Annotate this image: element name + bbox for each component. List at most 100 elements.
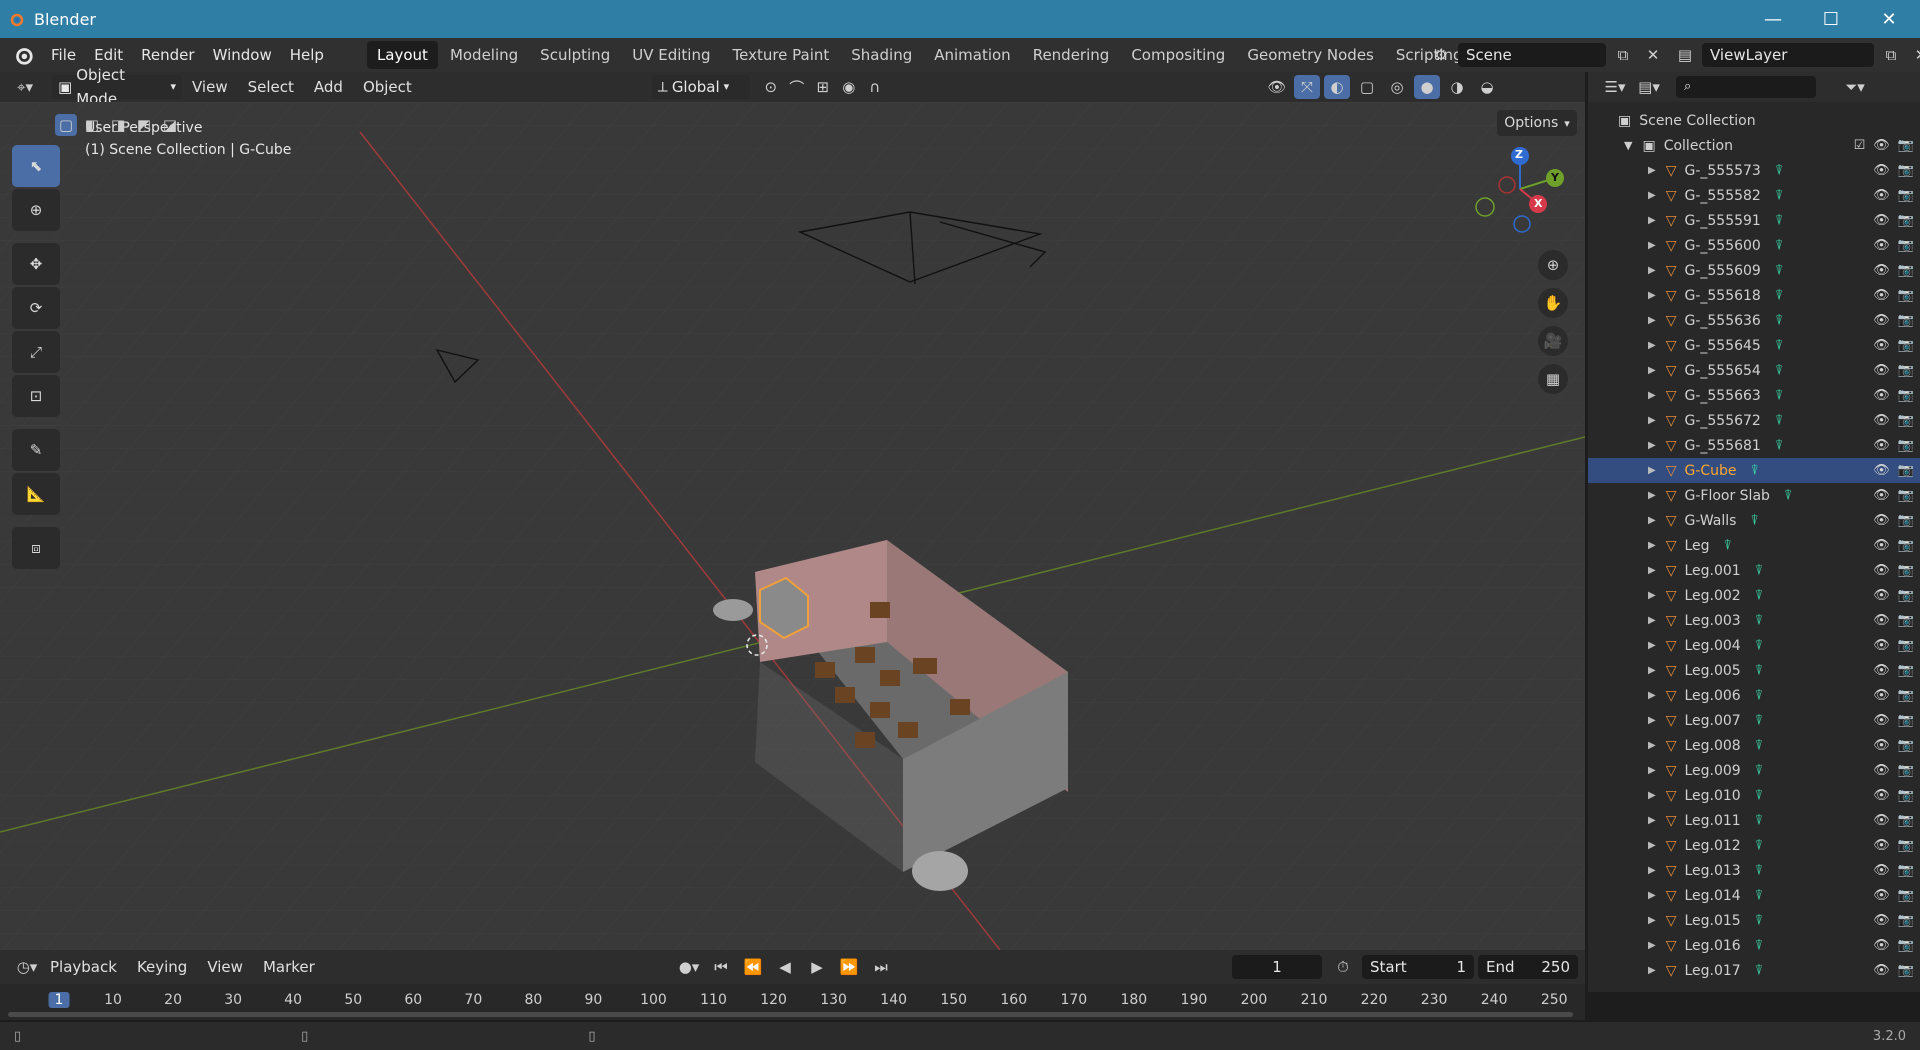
camera-icon[interactable]: 📷: [1898, 338, 1914, 353]
checkbox-icon[interactable]: ☑: [1854, 138, 1866, 153]
viewport-canvas[interactable]: [0, 102, 1585, 950]
camera-icon[interactable]: 📷: [1898, 163, 1914, 178]
filter-icon[interactable]: ⏷▾: [1842, 75, 1868, 99]
outliner-item-row[interactable]: ▶ ▽ G-_555618 ⍒ 👁 📷: [1588, 283, 1920, 308]
eye-icon[interactable]: 👁: [1873, 188, 1890, 203]
current-frame-field[interactable]: 1: [1232, 955, 1322, 979]
menu-view[interactable]: View: [182, 78, 238, 96]
outliner-item-row[interactable]: ▶ ▽ G-Walls ⍒ 👁 📷: [1588, 508, 1920, 533]
expand-arrow-icon[interactable]: ▶: [1648, 715, 1656, 726]
eye-icon[interactable]: 👁: [1873, 413, 1890, 428]
orientation-dropdown[interactable]: ⟂ Global ▾: [651, 75, 750, 99]
expand-arrow-icon[interactable]: ▶: [1648, 915, 1656, 926]
snap-icon[interactable]: ⌒: [784, 75, 810, 99]
view-layer-field[interactable]: ViewLayer: [1702, 43, 1874, 67]
camera-icon[interactable]: 📷: [1898, 888, 1914, 903]
mesh-data-icon[interactable]: ⍒: [1775, 163, 1783, 179]
camera-icon[interactable]: 📷: [1898, 838, 1914, 853]
mesh-data-icon[interactable]: ⍒: [1775, 388, 1783, 404]
eye-icon[interactable]: 👁: [1873, 238, 1890, 253]
eye-icon[interactable]: 👁: [1873, 963, 1890, 978]
eye-icon[interactable]: 👁: [1873, 488, 1890, 503]
mesh-data-icon[interactable]: ⍒: [1775, 288, 1783, 304]
scale-tool[interactable]: ⤢: [12, 331, 60, 373]
camera-icon[interactable]: 📷: [1898, 188, 1914, 203]
mesh-data-icon[interactable]: ⍒: [1755, 613, 1763, 629]
expand-arrow-icon[interactable]: ▶: [1648, 840, 1656, 851]
expand-arrow-icon[interactable]: ▶: [1648, 390, 1656, 401]
mesh-data-icon[interactable]: ⍒: [1775, 363, 1783, 379]
eye-icon[interactable]: 👁: [1873, 788, 1890, 803]
play-reverse-icon[interactable]: ◀: [772, 955, 798, 979]
eye-icon[interactable]: 👁: [1873, 688, 1890, 703]
rotate-tool[interactable]: ⟳: [12, 287, 60, 329]
outliner-item-row[interactable]: ▶ ▽ G-_555654 ⍒ 👁 📷: [1588, 358, 1920, 383]
eye-icon[interactable]: 👁: [1873, 538, 1890, 553]
outliner-item-row[interactable]: ▶ ▽ G-_555591 ⍒ 👁 📷: [1588, 208, 1920, 233]
outliner-item-row[interactable]: ▶ ▽ G-_555573 ⍒ 👁 📷: [1588, 158, 1920, 183]
mesh-data-icon[interactable]: ⍒: [1724, 538, 1732, 554]
pivot-icon[interactable]: ⊙: [758, 75, 784, 99]
outliner-item-row[interactable]: ▶ ▽ Leg.009 ⍒ 👁 📷: [1588, 758, 1920, 783]
mesh-data-icon[interactable]: ⍒: [1755, 763, 1763, 779]
mesh-data-icon[interactable]: ⍒: [1755, 863, 1763, 879]
cursor-tool[interactable]: ⊕: [12, 189, 60, 231]
expand-arrow-icon[interactable]: ▶: [1648, 765, 1656, 776]
transform-tool[interactable]: ⊡: [12, 375, 60, 417]
next-keyframe-icon[interactable]: ⏩: [836, 955, 862, 979]
mesh-data-icon[interactable]: ⍒: [1775, 338, 1783, 354]
eye-icon[interactable]: 👁: [1873, 938, 1890, 953]
expand-arrow-icon[interactable]: ▶: [1648, 590, 1656, 601]
camera-icon[interactable]: 📷: [1898, 788, 1914, 803]
eye-icon[interactable]: 👁: [1873, 438, 1890, 453]
timeline-scrollbar[interactable]: [8, 1012, 1573, 1017]
camera-icon[interactable]: 📷: [1898, 813, 1914, 828]
outliner-editor-type-icon[interactable]: ☰▾: [1602, 75, 1628, 99]
eye-icon[interactable]: 👁: [1873, 838, 1890, 853]
mesh-data-icon[interactable]: ⍒: [1755, 738, 1763, 754]
jump-start-icon[interactable]: ⏮: [708, 955, 734, 979]
eye-icon[interactable]: 👁: [1873, 638, 1890, 653]
navigation-gizmo[interactable]: Z Y X: [1475, 144, 1565, 234]
outliner-item-row[interactable]: ▶ ▽ Leg.002 ⍒ 👁 📷: [1588, 583, 1920, 608]
outliner-item-row[interactable]: ▶ ▽ G-_555582 ⍒ 👁 📷: [1588, 183, 1920, 208]
expand-arrow-icon[interactable]: ▶: [1648, 690, 1656, 701]
camera-icon[interactable]: 📷: [1898, 513, 1914, 528]
outliner-item-row[interactable]: ▶ ▽ G-_555681 ⍒ 👁 📷: [1588, 433, 1920, 458]
eye-icon[interactable]: 👁: [1873, 913, 1890, 928]
maximize-button[interactable]: ☐: [1802, 0, 1860, 38]
outliner-search-input[interactable]: ⌕: [1676, 76, 1816, 98]
menu-add[interactable]: Add: [304, 78, 353, 96]
perspective-toggle-icon[interactable]: ▦: [1538, 364, 1568, 394]
mesh-data-icon[interactable]: ⍒: [1755, 838, 1763, 854]
camera-icon[interactable]: 📷: [1898, 288, 1914, 303]
camera-icon[interactable]: 📷: [1898, 913, 1914, 928]
mesh-data-icon[interactable]: ⍒: [1755, 888, 1763, 904]
outliner-item-row[interactable]: ▶ ▽ Leg.013 ⍒ 👁 📷: [1588, 858, 1920, 883]
add-cube-tool[interactable]: ⧈: [12, 527, 60, 569]
scene-name-field[interactable]: Scene: [1458, 43, 1606, 67]
camera-icon[interactable]: 📷: [1898, 613, 1914, 628]
scene-new-icon[interactable]: ⧉: [1610, 43, 1636, 67]
blender-menu-icon[interactable]: [12, 44, 34, 66]
outliner-item-row[interactable]: ▶ ▽ G-_555663 ⍒ 👁 📷: [1588, 383, 1920, 408]
eye-icon[interactable]: 👁: [1873, 313, 1890, 328]
record-icon[interactable]: ●▾: [676, 955, 702, 979]
tab-rendering[interactable]: Rendering: [1023, 41, 1120, 69]
camera-icon[interactable]: 📷: [1898, 363, 1914, 378]
menu-object[interactable]: Object: [353, 78, 422, 96]
tab-modeling[interactable]: Modeling: [440, 41, 528, 69]
camera-icon[interactable]: 📷: [1898, 938, 1914, 953]
camera-icon[interactable]: 📷: [1898, 238, 1914, 253]
mesh-data-icon[interactable]: ⍒: [1775, 313, 1783, 329]
view-layer-browse-icon[interactable]: ▤: [1672, 43, 1698, 67]
mesh-data-icon[interactable]: ⍒: [1775, 238, 1783, 254]
tab-geometry-nodes[interactable]: Geometry Nodes: [1237, 41, 1384, 69]
mesh-data-icon[interactable]: ⍒: [1755, 963, 1763, 979]
wireframe-shading-icon[interactable]: ◎: [1384, 75, 1410, 99]
expand-arrow-icon[interactable]: ▶: [1648, 815, 1656, 826]
zoom-icon[interactable]: ⊕: [1538, 250, 1568, 280]
eye-icon[interactable]: 👁: [1873, 138, 1890, 153]
outliner-item-row[interactable]: ▶ ▽ Leg.005 ⍒ 👁 📷: [1588, 658, 1920, 683]
mesh-data-icon[interactable]: ⍒: [1755, 638, 1763, 654]
